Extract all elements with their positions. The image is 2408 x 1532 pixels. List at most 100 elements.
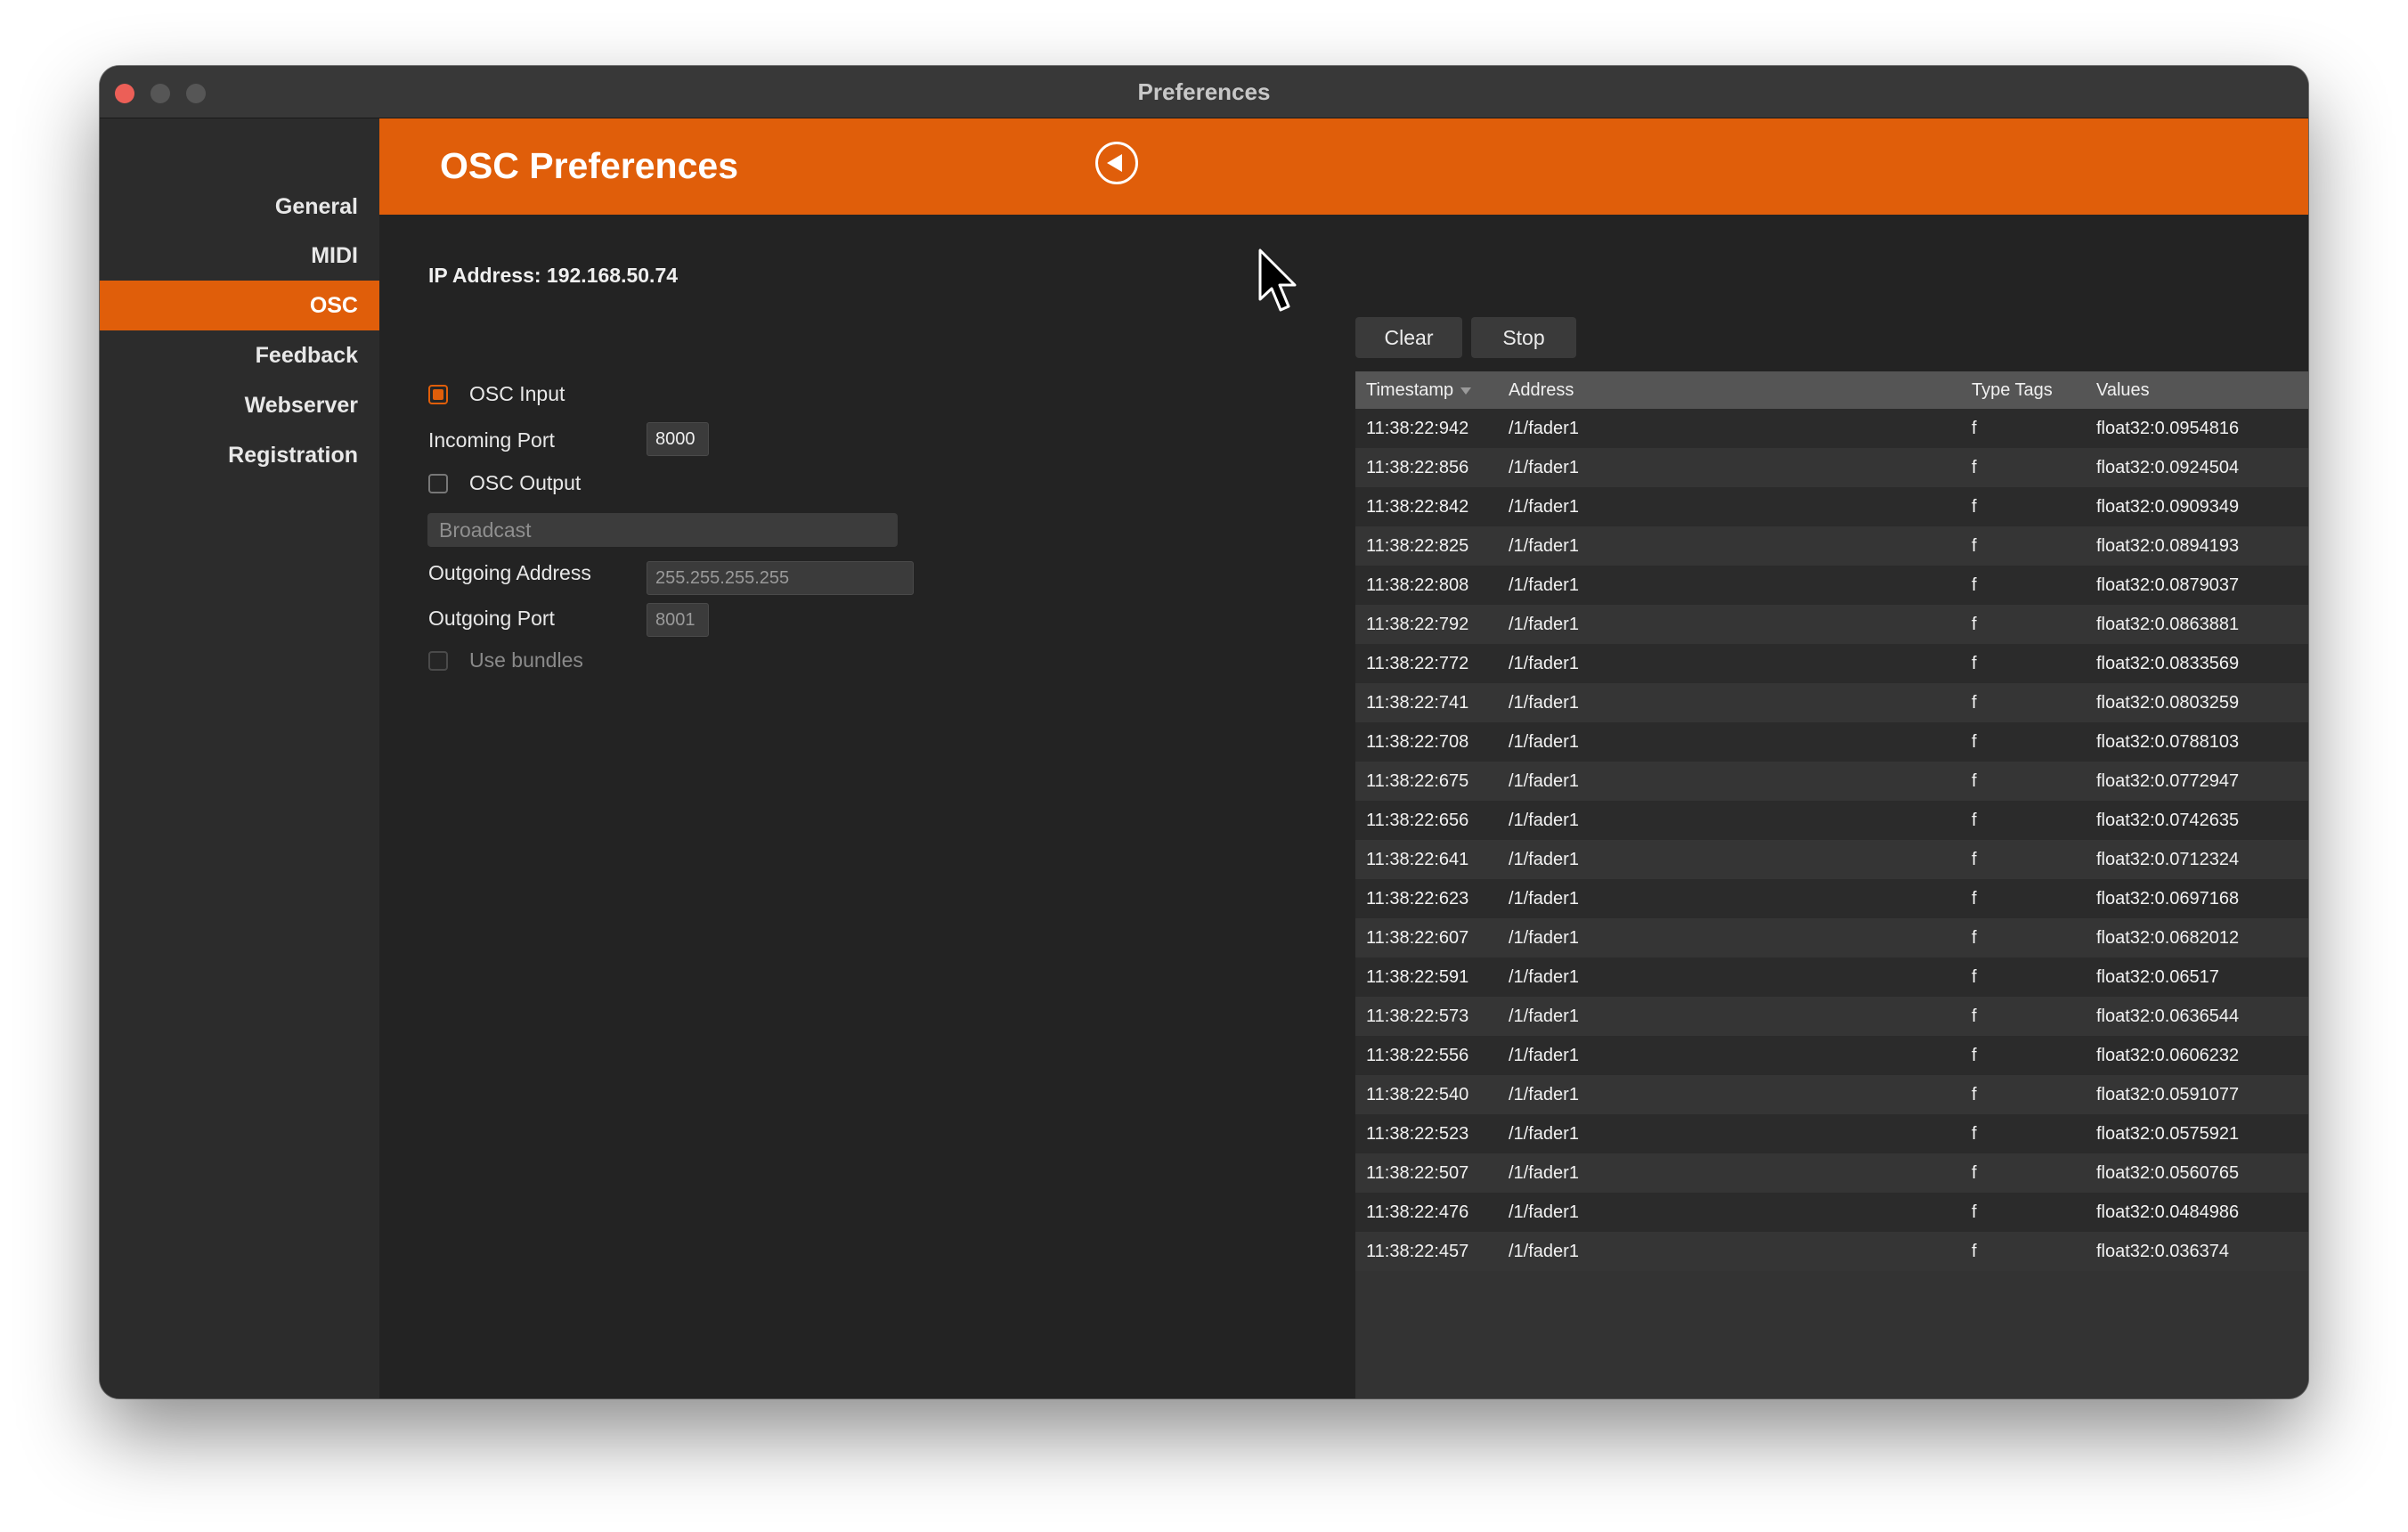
- clear-button[interactable]: Clear: [1355, 317, 1462, 358]
- timestamp-cell: 11:38:22:808: [1366, 575, 1469, 595]
- table-row[interactable]: 11:38:22:476/1/fader1 f float32:0.0484986: [1355, 1193, 2308, 1232]
- table-row[interactable]: 11:38:22:741/1/fader1 f float32:0.0803259: [1355, 683, 2308, 722]
- table-row[interactable]: 11:38:22:708/1/fader1 f float32:0.0788103: [1355, 722, 2308, 762]
- address-cell: /1/fader1: [1509, 850, 1579, 869]
- type-tag-cell: f: [1972, 1046, 1977, 1065]
- type-tag-cell: f: [1972, 1085, 1977, 1104]
- sidebar-item-registration[interactable]: Registration: [100, 430, 379, 480]
- value-cell: float32:0.0909349: [2096, 497, 2240, 517]
- incoming-port-field[interactable]: 8000: [647, 422, 709, 456]
- address-cell: /1/fader1: [1509, 458, 1579, 477]
- table-row[interactable]: 11:38:22:607/1/fader1 f float32:0.0682012: [1355, 918, 2308, 958]
- value-cell: float32:0.0697168: [2096, 889, 2240, 909]
- column-header-timestamp[interactable]: Timestamp: [1366, 371, 1472, 409]
- table-row[interactable]: 11:38:22:623/1/fader1 f float32:0.0697168: [1355, 879, 2308, 918]
- value-cell: float32:0.0560765: [2096, 1163, 2240, 1183]
- sidebar-item-osc[interactable]: OSC: [100, 281, 379, 330]
- type-tag-cell: f: [1972, 575, 1977, 595]
- address-cell: /1/fader1: [1509, 811, 1579, 830]
- type-tag-cell: f: [1972, 693, 1977, 713]
- value-cell: float32:0.0636544: [2096, 1006, 2240, 1026]
- type-tag-cell: f: [1972, 811, 1977, 830]
- sidebar-item-midi[interactable]: MIDI: [100, 231, 379, 281]
- osc-input-label: OSC Input: [469, 382, 565, 405]
- table-row[interactable]: 11:38:22:457/1/fader1 f float32:0.036374: [1355, 1232, 2308, 1271]
- value-cell: float32:0.0484986: [2096, 1202, 2240, 1222]
- table-row[interactable]: 11:38:22:556/1/fader1 f float32:0.0606232: [1355, 1036, 2308, 1075]
- table-row[interactable]: 11:38:22:507/1/fader1 f float32:0.0560765: [1355, 1153, 2308, 1193]
- table-row[interactable]: 11:38:22:591/1/fader1 f float32:0.06517: [1355, 958, 2308, 997]
- value-cell: float32:0.0924504: [2096, 458, 2240, 477]
- table-row[interactable]: 11:38:22:856/1/fader1 f float32:0.0924504: [1355, 448, 2308, 487]
- outgoing-port-field[interactable]: 8001: [647, 603, 709, 637]
- timestamp-cell: 11:38:22:641: [1366, 850, 1469, 869]
- table-row[interactable]: 11:38:22:842/1/fader1 f float32:0.0909349: [1355, 487, 2308, 526]
- address-cell: /1/fader1: [1509, 1085, 1579, 1104]
- timestamp-cell: 11:38:22:656: [1366, 811, 1469, 830]
- sidebar-item-feedback[interactable]: Feedback: [100, 330, 379, 380]
- osc-output-checkbox[interactable]: [428, 474, 448, 493]
- address-cell: /1/fader1: [1509, 575, 1579, 595]
- timestamp-cell: 11:38:22:772: [1366, 654, 1469, 673]
- table-row[interactable]: 11:38:22:675/1/fader1 f float32:0.0772947: [1355, 762, 2308, 801]
- timestamp-cell: 11:38:22:741: [1366, 693, 1469, 713]
- value-cell: float32:0.0606232: [2096, 1046, 2240, 1065]
- address-cell: /1/fader1: [1509, 536, 1579, 556]
- type-tag-cell: f: [1972, 732, 1977, 752]
- column-header-address[interactable]: Address: [1509, 371, 1574, 409]
- type-tag-cell: f: [1972, 1163, 1977, 1183]
- value-cell: float32:0.0772947: [2096, 771, 2240, 791]
- value-cell: float32:0.0803259: [2096, 693, 2240, 713]
- preferences-window: Preferences General MIDI OSC Feedback We…: [100, 66, 2308, 1398]
- timestamp-cell: 11:38:22:507: [1366, 1163, 1469, 1183]
- timestamp-cell: 11:38:22:623: [1366, 889, 1469, 909]
- sidebar: General MIDI OSC Feedback Webserver Regi…: [100, 118, 379, 1398]
- table-row[interactable]: 11:38:22:825/1/fader1 f float32:0.0894193: [1355, 526, 2308, 566]
- page-header: OSC Preferences: [379, 118, 2308, 215]
- osc-message-table: Timestamp Address Type Tags Values 11:38…: [1355, 371, 2308, 1398]
- address-cell: /1/fader1: [1509, 497, 1579, 517]
- timestamp-cell: 11:38:22:591: [1366, 967, 1469, 987]
- column-header-type-tags[interactable]: Type Tags: [1972, 371, 2053, 409]
- address-cell: /1/fader1: [1509, 1242, 1579, 1261]
- table-row[interactable]: 11:38:22:772/1/fader1 f float32:0.0833569: [1355, 644, 2308, 683]
- table-row[interactable]: 11:38:22:792/1/fader1 f float32:0.0863881: [1355, 605, 2308, 644]
- window-title: Preferences: [1137, 78, 1271, 105]
- column-header-values[interactable]: Values: [2096, 371, 2150, 409]
- table-row[interactable]: 11:38:22:523/1/fader1 f float32:0.0575921: [1355, 1114, 2308, 1153]
- type-tag-cell: f: [1972, 928, 1977, 948]
- outgoing-address-field[interactable]: 255.255.255.255: [647, 561, 914, 595]
- table-row[interactable]: 11:38:22:641/1/fader1 f float32:0.0712324: [1355, 840, 2308, 879]
- table-row[interactable]: 11:38:22:808/1/fader1 f float32:0.0879037: [1355, 566, 2308, 605]
- timestamp-cell: 11:38:22:825: [1366, 536, 1469, 556]
- table-row[interactable]: 11:38:22:573/1/fader1 f float32:0.0636544: [1355, 997, 2308, 1036]
- incoming-port-label: Incoming Port: [428, 428, 555, 452]
- value-cell: float32:0.0954816: [2096, 419, 2240, 438]
- timestamp-cell: 11:38:22:942: [1366, 419, 1469, 438]
- timestamp-cell: 11:38:22:708: [1366, 732, 1469, 752]
- stop-button[interactable]: Stop: [1471, 317, 1576, 358]
- outgoing-port-label: Outgoing Port: [428, 607, 555, 630]
- table-row[interactable]: 11:38:22:540/1/fader1 f float32:0.0591077: [1355, 1075, 2308, 1114]
- type-tag-cell: f: [1972, 889, 1977, 909]
- timestamp-cell: 11:38:22:607: [1366, 928, 1469, 948]
- sidebar-item-general[interactable]: General: [100, 182, 379, 232]
- table-row[interactable]: 11:38:22:942/1/fader1 f float32:0.0954816: [1355, 409, 2308, 448]
- address-cell: /1/fader1: [1509, 1124, 1579, 1144]
- timestamp-cell: 11:38:22:856: [1366, 458, 1469, 477]
- table-header: Timestamp Address Type Tags Values: [1355, 371, 2308, 409]
- type-tag-cell: f: [1972, 967, 1977, 987]
- osc-input-checkbox[interactable]: [428, 385, 448, 404]
- use-bundles-checkbox[interactable]: [428, 651, 448, 671]
- table-row[interactable]: 11:38:22:656/1/fader1 f float32:0.0742635: [1355, 801, 2308, 840]
- type-tag-cell: f: [1972, 654, 1977, 673]
- type-tag-cell: f: [1972, 615, 1977, 634]
- type-tag-cell: f: [1972, 771, 1977, 791]
- type-tag-cell: f: [1972, 497, 1977, 517]
- back-arrow-icon[interactable]: [1095, 142, 1138, 184]
- sidebar-item-webserver[interactable]: Webserver: [100, 380, 379, 430]
- type-tag-cell: f: [1972, 419, 1977, 438]
- address-cell: /1/fader1: [1509, 1202, 1579, 1222]
- broadcast-select[interactable]: Broadcast: [427, 513, 898, 547]
- value-cell: float32:0.0682012: [2096, 928, 2240, 948]
